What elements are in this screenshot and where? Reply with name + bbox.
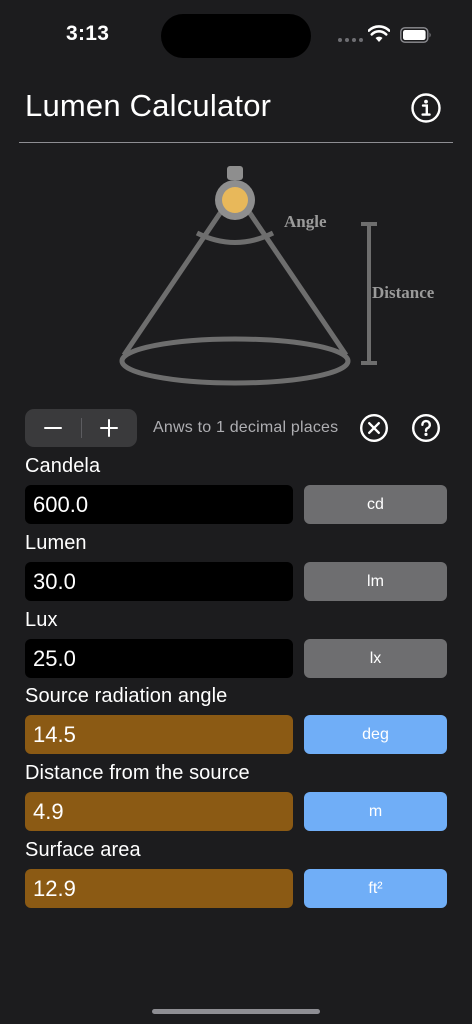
distance-field[interactable] [25, 792, 293, 831]
lux-unit-button[interactable]: lx [304, 639, 447, 678]
distance-field-label: Distance from the source [25, 762, 250, 784]
increment-decimals-button[interactable] [81, 409, 137, 447]
plus-icon [100, 419, 119, 437]
status-bar: 3:13 [0, 0, 472, 72]
page-title: Lumen Calculator [25, 88, 272, 123]
minus-icon [43, 427, 62, 429]
info-button[interactable] [410, 92, 442, 124]
battery-icon [400, 27, 431, 43]
dynamic-island [161, 14, 311, 58]
angle-field-label: Source radiation angle [25, 685, 228, 707]
illuminated-surface [119, 336, 351, 386]
lumen-field[interactable] [25, 562, 293, 601]
lux-label: Lux [25, 609, 58, 631]
wifi-icon [368, 25, 390, 42]
home-indicator[interactable] [152, 1009, 320, 1014]
status-time: 3:13 [66, 22, 110, 45]
header-divider [19, 142, 453, 143]
surface-area-field[interactable] [25, 869, 293, 908]
distance-unit-button[interactable]: m [304, 792, 447, 831]
decrement-decimals-button[interactable] [25, 409, 81, 447]
decimal-places-stepper[interactable] [25, 409, 137, 447]
distance-label: Distance [372, 283, 435, 302]
cellular-signal-icon [338, 38, 363, 42]
precision-text: Anws to 1 decimal places [153, 419, 339, 436]
precision-toolbar: Anws to 1 decimal places [25, 409, 450, 447]
surface-area-unit-button[interactable]: ft² [304, 869, 447, 908]
lux-field[interactable] [25, 639, 293, 678]
lumen-label: Lumen [25, 532, 87, 554]
angle-unit-button[interactable]: deg [304, 715, 447, 754]
lamp-cone-diagram: Angle Distance [119, 166, 435, 386]
angle-field[interactable] [25, 715, 293, 754]
candela-label: Candela [25, 455, 101, 477]
clear-button[interactable] [359, 413, 389, 443]
surface-area-label: Surface area [25, 839, 141, 861]
angle-label: Angle [284, 212, 327, 231]
help-button[interactable] [411, 413, 441, 443]
candela-unit-button[interactable]: cd [304, 485, 447, 524]
lamp-icon [215, 166, 255, 220]
candela-field[interactable] [25, 485, 293, 524]
lumen-unit-button[interactable]: lm [304, 562, 447, 601]
